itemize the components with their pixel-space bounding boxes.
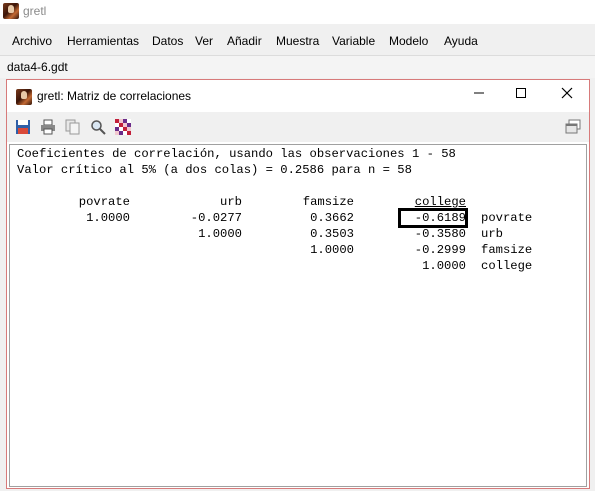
row-label-povrate: povrate [481, 211, 533, 225]
cell-college-college: 1.0000 [422, 259, 466, 273]
toolbar [7, 112, 589, 142]
maximize-icon [516, 88, 526, 98]
copy-icon[interactable] [65, 119, 81, 135]
output-line-2: Valor crítico al 5% (a dos colas) = 0.25… [17, 163, 412, 177]
menu-ver[interactable]: Ver [195, 34, 213, 48]
minimize-icon [474, 92, 484, 94]
app-title: gretl [23, 4, 47, 18]
menu-archivo[interactable]: Archivo [12, 34, 52, 48]
close-icon [561, 87, 573, 99]
dataset-strip [0, 55, 595, 78]
menu-ayuda[interactable]: Ayuda [444, 34, 478, 48]
menu-datos[interactable]: Datos [152, 34, 183, 48]
col-header-college: college [414, 195, 466, 209]
window-title: gretl: Matriz de correlaciones [37, 89, 192, 103]
heatmap-icon[interactable] [115, 119, 131, 135]
minimize-button[interactable] [459, 82, 499, 108]
cell-urb-college: -0.3580 [414, 227, 466, 241]
highlight-box [398, 208, 468, 228]
cell-povrate-famsize: 0.3662 [310, 211, 354, 225]
menu-anadir[interactable]: Añadir [227, 34, 262, 48]
menu-muestra[interactable]: Muestra [276, 34, 319, 48]
restore-icon[interactable] [565, 119, 581, 135]
save-icon[interactable] [15, 119, 31, 135]
row-label-college: college [481, 259, 533, 273]
gretl-window-icon [16, 89, 32, 105]
cell-famsize-famsize: 1.0000 [310, 243, 354, 257]
col-header-urb: urb [220, 195, 242, 209]
col-header-povrate: povrate [78, 195, 130, 209]
dataset-name: data4-6.gdt [7, 60, 68, 74]
cell-urb-famsize: 0.3503 [310, 227, 354, 241]
menu-variable[interactable]: Variable [332, 34, 375, 48]
cell-famsize-college: -0.2999 [414, 243, 466, 257]
row-label-urb: urb [481, 227, 503, 241]
cell-povrate-povrate: 1.0000 [86, 211, 130, 225]
output-line-1: Coeficientes de correlación, usando las … [17, 147, 456, 161]
gretl-logo-icon [3, 3, 19, 19]
print-icon[interactable] [40, 119, 56, 135]
cell-povrate-urb: -0.0277 [190, 211, 242, 225]
correlation-matrix-window: gretl: Matriz de correlaciones Coeficien… [6, 79, 590, 489]
app-titlebar: gretl [0, 0, 595, 24]
maximize-button[interactable] [501, 82, 541, 108]
menubar: Archivo Herramientas Datos Ver Añadir Mu… [0, 30, 595, 52]
cell-urb-urb: 1.0000 [198, 227, 242, 241]
row-label-famsize: famsize [481, 243, 533, 257]
close-button[interactable] [547, 82, 587, 108]
menu-herramientas[interactable]: Herramientas [67, 34, 139, 48]
find-icon[interactable] [90, 119, 106, 135]
output-text-area[interactable]: Coeficientes de correlación, usando las … [9, 144, 587, 487]
menu-modelo[interactable]: Modelo [389, 34, 428, 48]
col-header-famsize: famsize [302, 195, 354, 209]
